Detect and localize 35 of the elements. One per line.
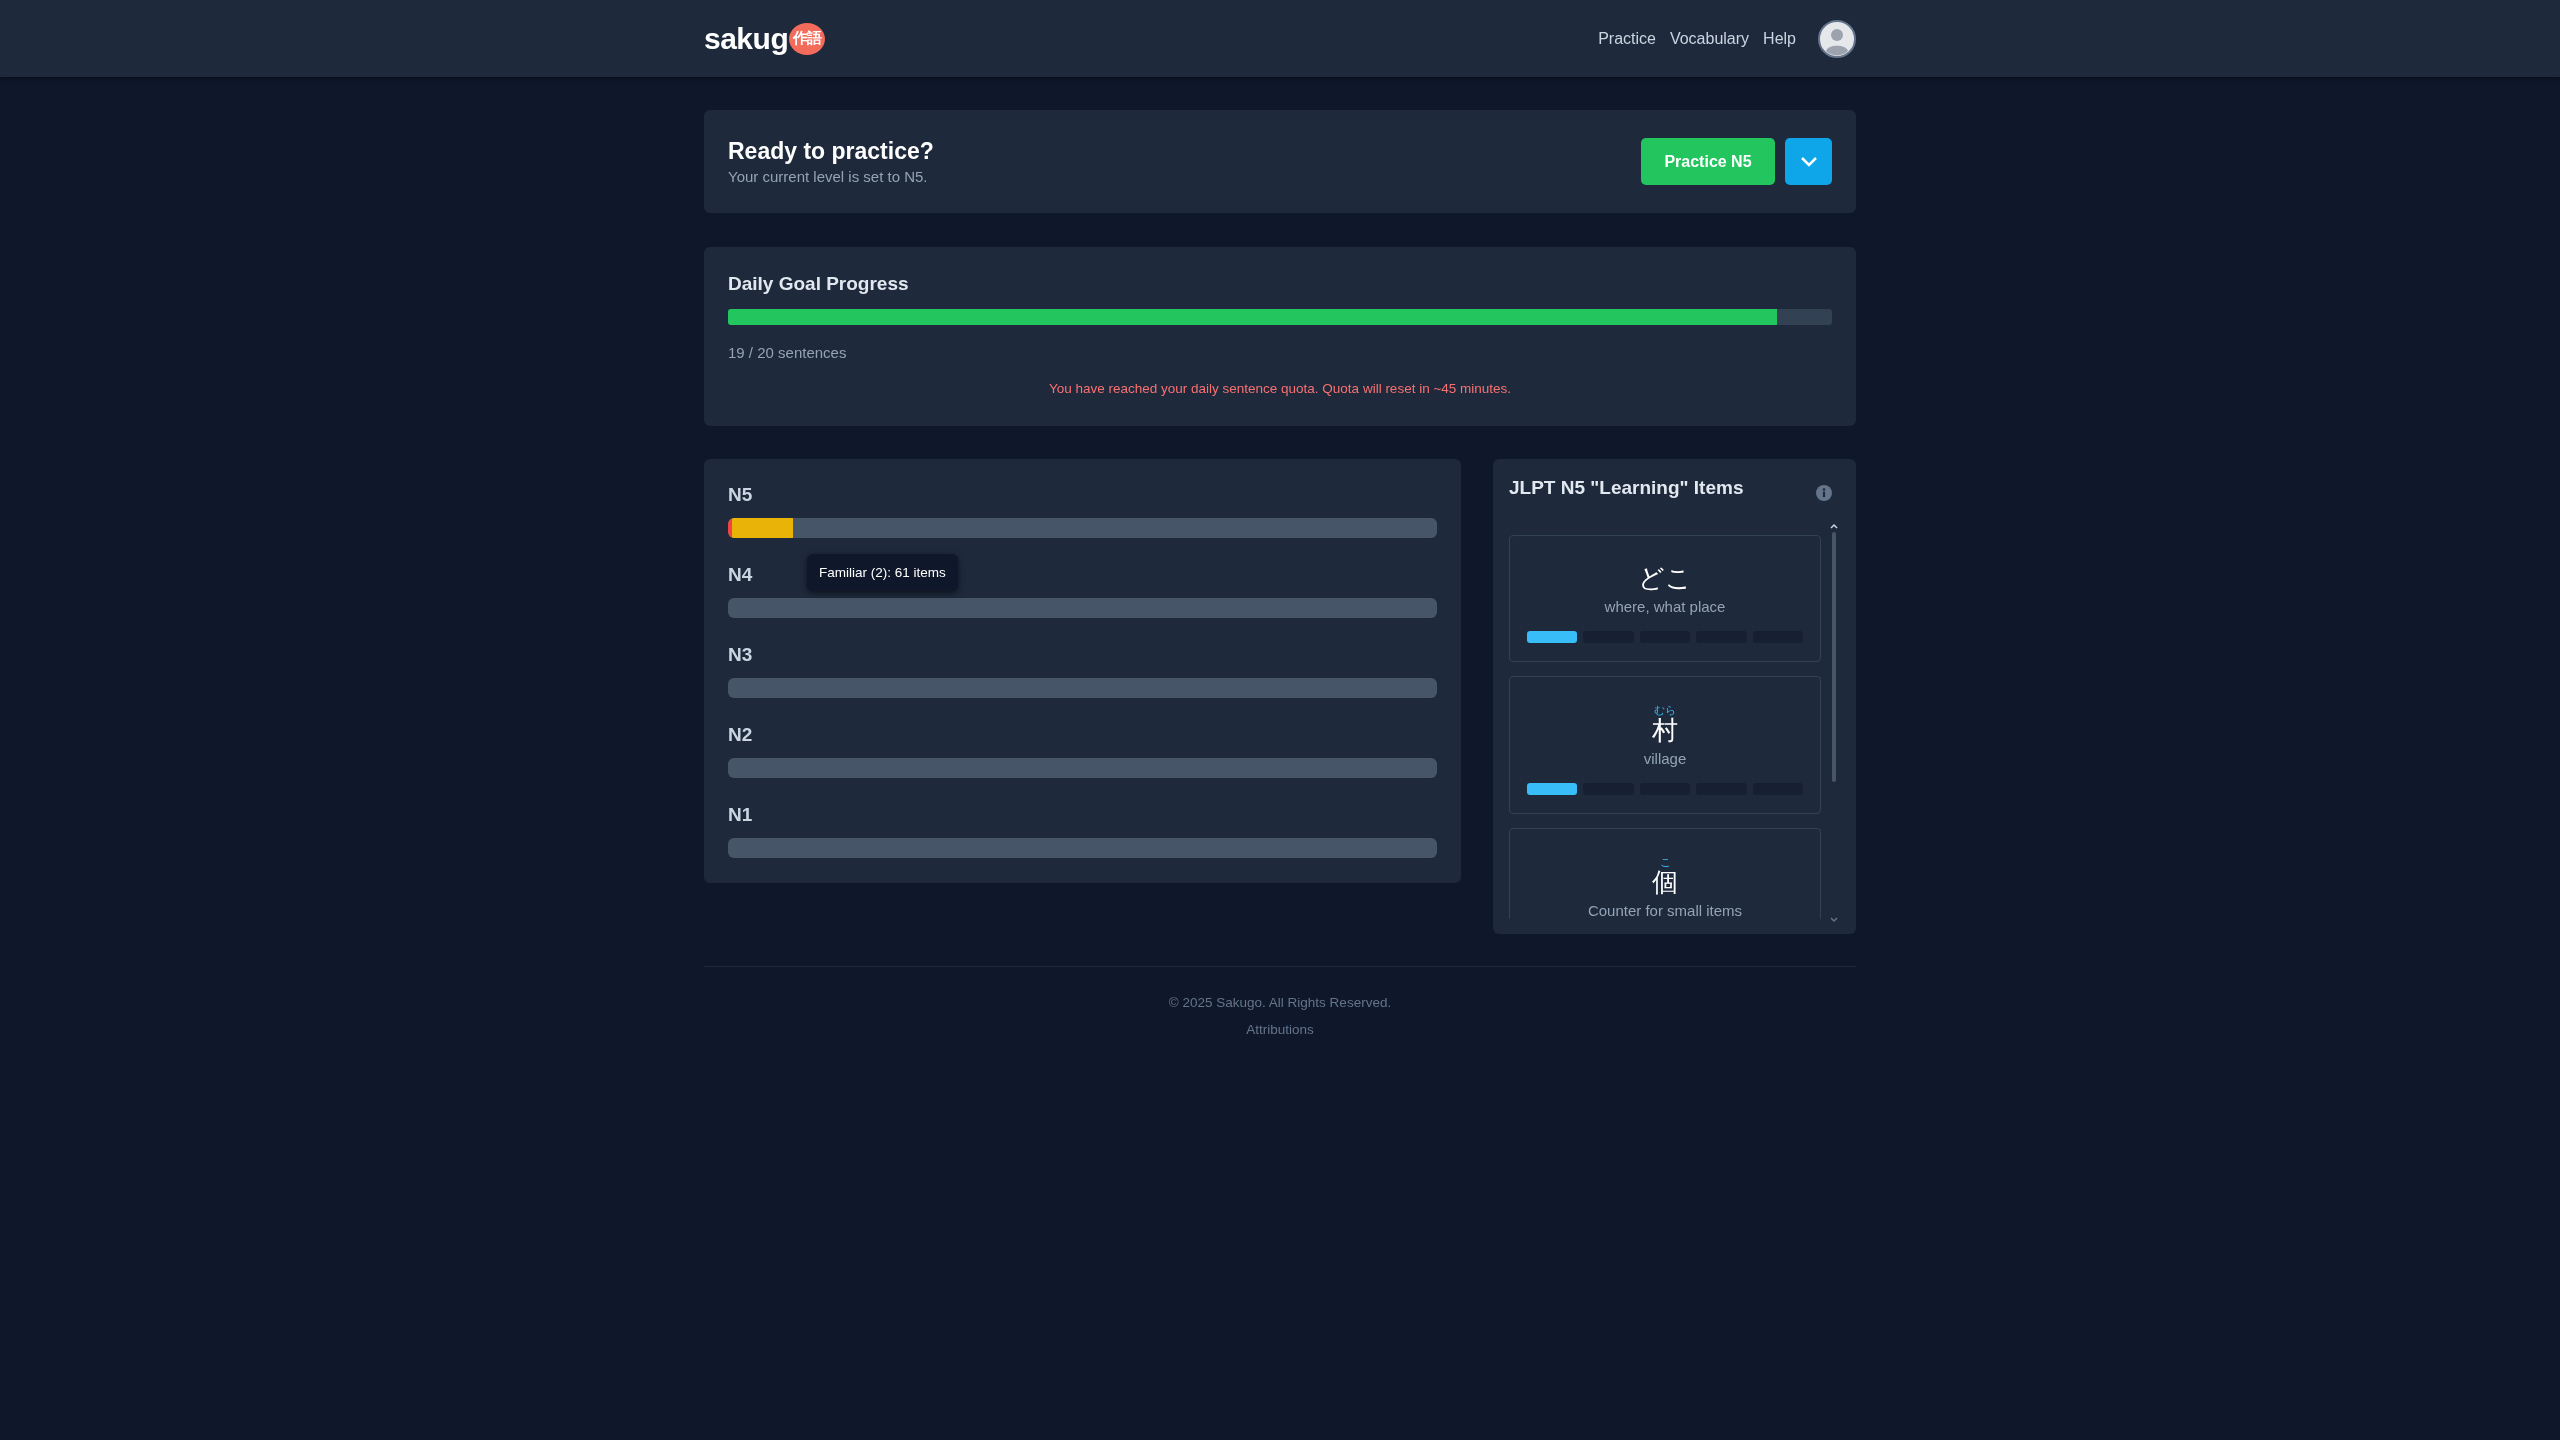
panel-title: JLPT N5 "Learning" Items — [1509, 477, 1744, 499]
level-label: N5 — [728, 484, 753, 506]
chevron-down-icon — [1799, 155, 1818, 168]
vocab-meaning: where, what place — [1603, 597, 1727, 615]
section-title: Daily Goal Progress — [728, 273, 910, 295]
logo-text[interactable]: sakug — [704, 21, 789, 56]
nav-link[interactable]: Vocabulary — [1669, 29, 1750, 48]
quota-notice: You have reached your daily sentence quota. Quota will reset in ~45 minutes. — [1047, 381, 1513, 396]
vocab-card[interactable]: むら 村 village — [1509, 675, 1821, 814]
info-icon[interactable] — [1816, 485, 1832, 501]
vocab-word: どこ — [1637, 564, 1693, 594]
vocab-card[interactable]: こ 個 Counter for small items — [1509, 827, 1821, 919]
progress-count: 19 / 20 sentences — [728, 344, 848, 361]
scrollbar-thumb[interactable] — [1832, 532, 1836, 782]
avatar-icon[interactable] — [1818, 19, 1856, 58]
nav-link[interactable]: Practice — [1598, 29, 1656, 48]
vocab-meaning: Counter for small items — [1586, 901, 1744, 919]
vocab-card[interactable]: どこ where, what place — [1509, 535, 1821, 662]
scroll-up-icon[interactable] — [1829, 523, 1839, 530]
vocab-word: 村 — [1651, 715, 1679, 746]
vocab-meaning: village — [1642, 749, 1688, 767]
level-label: N4 — [728, 564, 753, 586]
furigana-reading: むら — [1653, 704, 1677, 716]
level-label: N3 — [728, 644, 753, 666]
vocab-word: 個 — [1651, 867, 1679, 898]
level-label: N2 — [728, 724, 753, 746]
copyright-text: © 2025 Sakugo. All Rights Reserved. — [1167, 995, 1393, 1010]
card-title: Ready to practice? — [728, 138, 934, 165]
tooltip: Familiar (2): 61 items — [807, 554, 958, 591]
nav-link[interactable]: Help — [1763, 29, 1796, 48]
furigana-reading: こ — [1658, 856, 1672, 868]
scroll-down-icon[interactable] — [1829, 916, 1839, 923]
attributions-link[interactable]: Attributions — [1246, 1022, 1314, 1037]
level-label: N1 — [728, 804, 753, 826]
card-subtitle: Your current level is set to N5. — [728, 168, 929, 185]
